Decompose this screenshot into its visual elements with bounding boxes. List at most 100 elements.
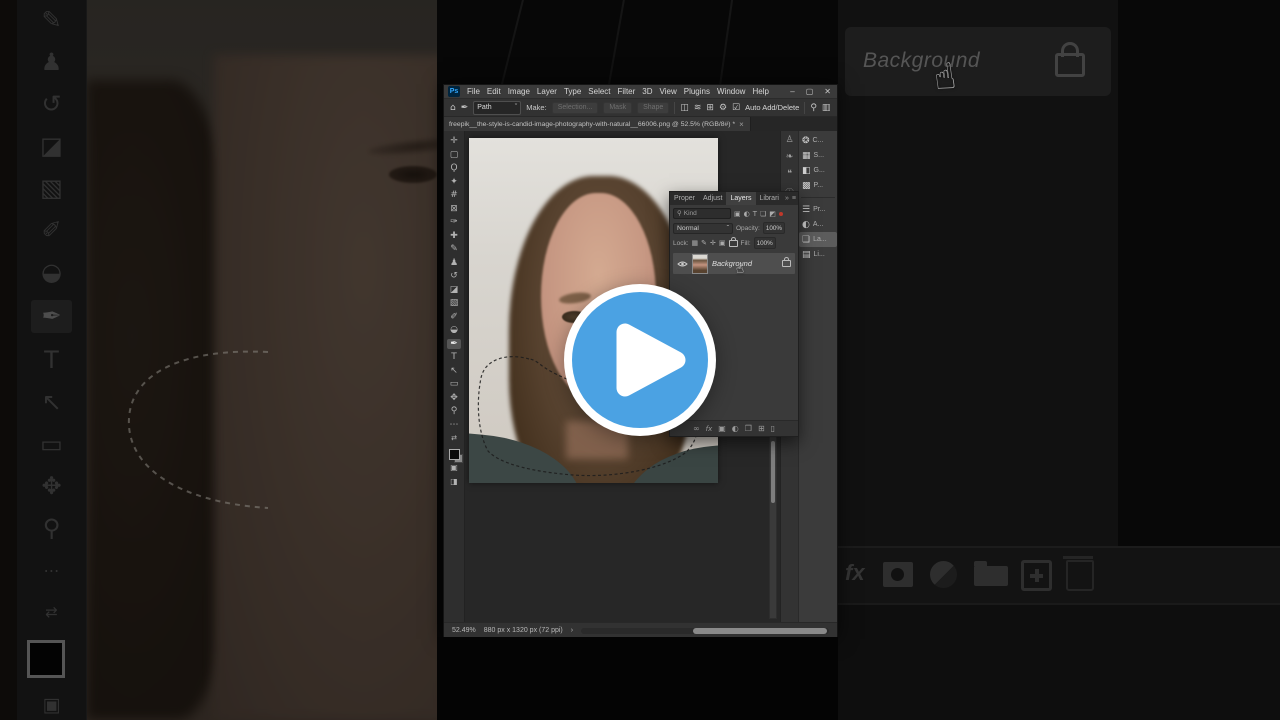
pen-tool-preset-icon[interactable]: ✒ <box>461 103 469 113</box>
fill-value[interactable]: 100% <box>753 237 776 249</box>
eye-visibility-icon[interactable] <box>677 260 688 268</box>
menu-layer[interactable]: Layer <box>537 87 557 96</box>
maximize-icon[interactable]: ▢ <box>806 87 814 96</box>
quick-mask-icon[interactable]: ▣ <box>450 463 458 473</box>
pen-tool[interactable]: ✒ <box>447 338 461 349</box>
path-arrangement-icon[interactable]: ⊞ <box>706 103 714 113</box>
history-brush-tool[interactable]: ↺ <box>450 271 458 281</box>
filter-shape-icon[interactable]: ❏ <box>760 210 766 218</box>
zoom-tool[interactable]: ⚲ <box>451 406 458 416</box>
panel-menu-icon[interactable]: ≡ <box>792 195 796 202</box>
menu-filter[interactable]: Filter <box>618 87 636 96</box>
lock-all-icon[interactable] <box>728 236 738 247</box>
tab-properties[interactable]: Proper <box>670 192 699 205</box>
lasso-tool[interactable]: Ϙ <box>450 163 457 173</box>
path-operations-icon[interactable]: ◫ <box>680 103 689 113</box>
filter-pixel-icon[interactable]: ▣ <box>734 210 741 218</box>
close-icon[interactable]: ✕ <box>824 87 831 96</box>
tab-close-icon[interactable]: × <box>739 120 744 129</box>
horizontal-scrollbar[interactable] <box>581 627 829 634</box>
workspace-panel-icon[interactable]: ▥ <box>822 103 831 113</box>
lock-artboard-icon[interactable]: ▣ <box>719 239 726 247</box>
make-mask-button[interactable]: Mask <box>603 101 633 114</box>
path-alignment-icon[interactable]: ≋ <box>694 103 702 113</box>
dock-patterns-panel[interactable]: ▩ P... <box>799 178 837 193</box>
smudge-tool[interactable]: ✐ <box>450 312 458 322</box>
menu-help[interactable]: Help <box>752 87 768 96</box>
menu-type[interactable]: Type <box>564 87 581 96</box>
layer-thumbnail[interactable] <box>692 253 708 274</box>
rectangle-tool[interactable]: ▭ <box>450 379 459 389</box>
lock-pixels-icon[interactable]: ✎ <box>701 239 707 247</box>
make-shape-button[interactable]: Shape <box>637 101 670 114</box>
frame-tool[interactable]: ⊠ <box>450 204 458 214</box>
lock-transparency-icon[interactable]: ▦ <box>692 239 699 247</box>
opacity-value[interactable]: 100% <box>762 222 785 234</box>
dock-properties-panel[interactable]: ☰ Pr... <box>799 202 837 217</box>
menu-image[interactable]: Image <box>508 87 530 96</box>
dock-libraries-panel[interactable]: ▤ Li... <box>799 247 837 262</box>
dock-color-panel[interactable]: ❂ C... <box>799 133 837 148</box>
lock-icon[interactable] <box>782 257 791 267</box>
menu-plugins[interactable]: Plugins <box>684 87 710 96</box>
play-button[interactable] <box>563 283 717 437</box>
vertical-scrollbar[interactable] <box>769 436 777 619</box>
tab-libraries[interactable]: Librari <box>756 192 783 205</box>
comments-icon[interactable]: ❝ <box>787 169 792 179</box>
layer-mask-icon[interactable]: ▣ <box>718 424 726 433</box>
healing-brush-tool[interactable]: ✚ <box>450 231 458 241</box>
new-layer-icon[interactable]: ⊞ <box>758 424 765 433</box>
tab-adjustments[interactable]: Adjust <box>699 192 726 205</box>
marquee-tool[interactable]: ▢ <box>450 150 459 160</box>
lock-position-icon[interactable]: ✛ <box>710 239 716 247</box>
foreground-color-swatch[interactable] <box>448 448 463 463</box>
hand-tool[interactable]: ✥ <box>450 393 458 403</box>
dock-gradients-panel[interactable]: ◧ G... <box>799 163 837 178</box>
swap-colors-icon[interactable]: ⇄ <box>451 433 457 443</box>
filter-toggle-icon[interactable] <box>778 211 783 216</box>
layer-name[interactable]: Background <box>712 259 752 268</box>
path-selection-tool[interactable]: ↖ <box>450 366 458 376</box>
menu-edit[interactable]: Edit <box>487 87 501 96</box>
filter-smart-object-icon[interactable]: ◩ <box>769 210 776 218</box>
minimize-icon[interactable]: – <box>790 87 794 96</box>
screen-mode-icon[interactable]: ◨ <box>450 477 458 487</box>
type-tool[interactable]: T <box>451 352 457 362</box>
gear-icon[interactable]: ⚙ <box>719 103 727 113</box>
scrollbar-thumb[interactable] <box>692 627 827 634</box>
more-tools[interactable]: ⋯ <box>450 420 459 430</box>
zoom-level-field[interactable]: 52.49% <box>452 627 476 634</box>
eraser-tool[interactable]: ◪ <box>450 285 459 295</box>
home-icon[interactable]: ⌂ <box>450 103 456 113</box>
move-tool[interactable]: ✛ <box>450 136 458 146</box>
dock-adjustments-panel[interactable]: ◐ A... <box>799 217 837 232</box>
menu-window[interactable]: Window <box>717 87 745 96</box>
search-icon[interactable]: ⚲ <box>810 103 817 113</box>
filter-adjustment-icon[interactable]: ◐ <box>744 210 750 218</box>
tab-layers[interactable]: Layers <box>726 192 756 205</box>
feather-icon[interactable]: ❧ <box>786 152 794 162</box>
tool-mode-select[interactable]: Path ˇ <box>473 100 522 115</box>
status-chevron-icon[interactable]: › <box>571 627 573 634</box>
menu-view[interactable]: View <box>660 87 677 96</box>
scrollbar-thumb[interactable] <box>771 441 775 503</box>
dock-layers-panel[interactable]: ❏ La... <box>799 232 837 247</box>
gradient-tool[interactable]: ▧ <box>450 298 459 308</box>
blend-mode-select[interactable]: Normal ˇ <box>673 222 733 234</box>
clone-stamp-tool[interactable]: ♟ <box>450 258 458 268</box>
menu-select[interactable]: Select <box>588 87 610 96</box>
filter-type-icon[interactable]: T <box>753 210 757 218</box>
dodge-tool[interactable]: ◒ <box>450 325 458 335</box>
auto-add-delete-checkbox[interactable]: ☑ <box>732 103 740 113</box>
document-tab[interactable]: freepik__the-style-is-candid-image-photo… <box>444 117 751 131</box>
eyedropper-tool[interactable]: ✑ <box>450 217 458 227</box>
delete-layer-icon[interactable]: ▯ <box>771 424 775 433</box>
quick-selection-tool[interactable]: ✦ <box>450 177 458 187</box>
group-layers-icon[interactable]: ❒ <box>745 424 752 433</box>
collapse-panel-icon[interactable]: » <box>785 195 789 202</box>
make-selection-button[interactable]: Selection... <box>551 101 599 114</box>
version-history-icon[interactable]: ♙ <box>785 135 793 145</box>
adjustment-layer-icon[interactable]: ◐ <box>732 424 739 433</box>
dock-swatches-panel[interactable]: ▦ S... <box>799 148 837 163</box>
menu-3d[interactable]: 3D <box>642 87 652 96</box>
